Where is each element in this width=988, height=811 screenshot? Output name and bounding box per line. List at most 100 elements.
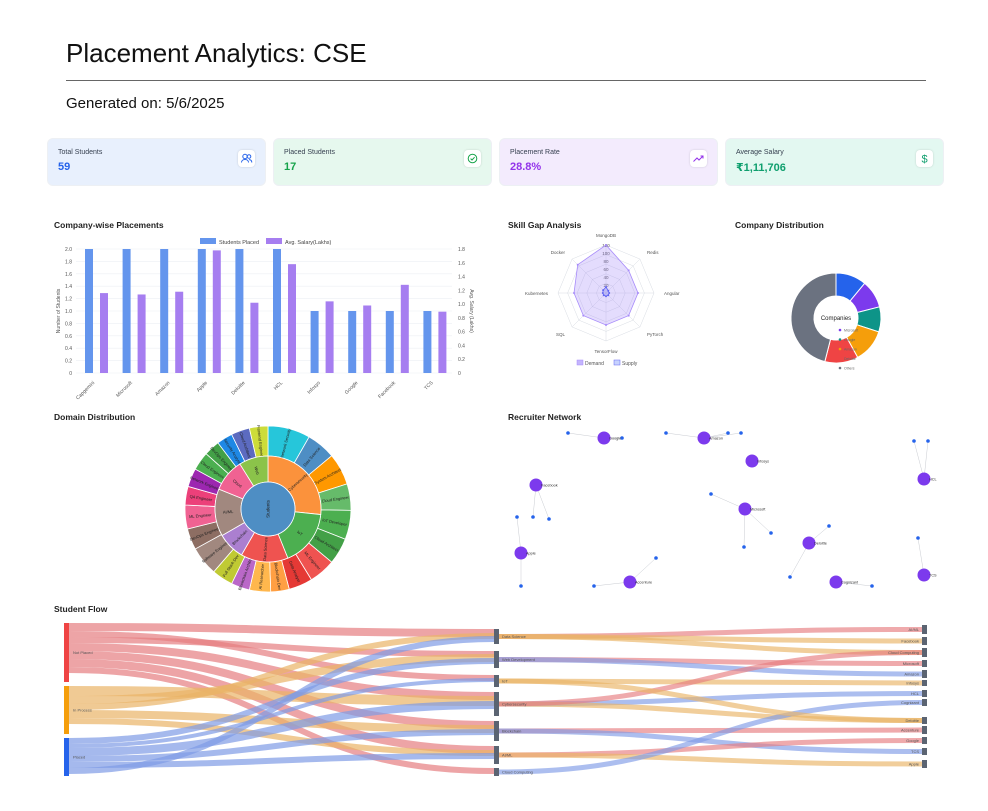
flow-node-domain (494, 675, 499, 687)
company-node-label: Infosys (757, 460, 769, 464)
recruiter-node (870, 584, 874, 588)
flow-node-label: Not Placed (73, 650, 93, 655)
company-node-label: Deloitte (814, 542, 827, 546)
company-node-label: Cognizant (841, 581, 859, 585)
sunburst-inner-segment-label: AI/ML (223, 509, 235, 515)
radar-point (605, 286, 607, 288)
y-tick-label-right: 1.0 (458, 302, 465, 308)
radar-point (607, 289, 610, 292)
flow-node-company (922, 690, 927, 697)
radar-axis-label: Redis (647, 250, 659, 255)
legend-dot (838, 357, 842, 360)
x-tick-label: Microsoft (115, 380, 134, 399)
y-tick-label-left: 1.4 (65, 284, 72, 290)
company-node-label: Google (609, 437, 621, 441)
y-tick-label-right: 1.2 (458, 288, 465, 294)
flow-node-label: Google (906, 738, 920, 743)
y-tick-label-right: 0.4 (458, 343, 465, 349)
flow-node-label: Cloud Computing (502, 770, 533, 775)
legend-dot (838, 328, 842, 332)
legend-dot (838, 338, 842, 341)
flow-node-domain (494, 629, 499, 644)
legend-dot (838, 366, 842, 370)
recruiter-node (547, 517, 551, 521)
company-placements-chart: 0 0.2 0.4 0.6 0.8 1.0 1.2 1.4 1.6 1.8 2.0 0 0.2 0.4 0.… (56, 233, 937, 776)
legend-label: Deloitte (844, 357, 856, 361)
radar-point (573, 292, 575, 294)
y-tick-label-left: 0 (69, 371, 72, 377)
flow-node-label: Blockchain (502, 729, 521, 734)
x-tick-label: Deloitte (230, 380, 246, 396)
radar-area-demand (573, 244, 639, 326)
bar-students-placed (385, 311, 394, 373)
legend-label-salary: Avg. Salary(Lakhs) (285, 240, 332, 246)
flow-node-label: Infosys (906, 681, 919, 686)
flow-node-company (922, 726, 927, 734)
flow-node-domain (494, 651, 499, 668)
bar-students-placed (310, 311, 319, 373)
radar-point (608, 292, 611, 294)
radar-axis-label: Docker (551, 250, 566, 255)
company-node-label: Microsoft (750, 508, 766, 512)
company-node-label: Accenture (635, 581, 652, 585)
legend-label: Others (844, 367, 855, 371)
recruiter-node (769, 531, 773, 535)
legend-label-supply: Supply (622, 361, 638, 367)
flow-node-label: Facebook (901, 639, 919, 644)
y-tick-label-left: 1.8 (65, 259, 72, 265)
recruiter-node (912, 439, 916, 443)
radar-axis-label: MongoDB (596, 233, 616, 238)
flow-node-label: Data Science (502, 634, 527, 639)
bar-avg-salary (250, 302, 259, 373)
legend-swatch-supply (613, 359, 621, 366)
recruiter-node (709, 492, 713, 496)
recruiter-node (664, 431, 668, 435)
flow-node-label: Apple (909, 762, 920, 767)
y-tick-label-right: 0 (458, 371, 461, 377)
y-tick-label-right: 1.8 (458, 247, 465, 253)
y-tick-label-left: 1.2 (65, 297, 72, 303)
company-node-label: Facebook (541, 484, 558, 488)
radar-axis-label: Kubernetes (525, 291, 549, 296)
flow-node-company (922, 699, 927, 706)
flow-node-company (922, 737, 927, 744)
y-tick-label-left: 0.6 (65, 334, 72, 340)
bar-students-placed (85, 249, 93, 373)
sunburst-center-label: Students (266, 499, 271, 518)
radar-point (605, 324, 607, 326)
legend-swatch-salary (266, 238, 282, 244)
flow-node-company (922, 670, 927, 678)
recruiter-node (515, 515, 519, 519)
radar-point (605, 244, 607, 246)
flow-node-label: Placed (73, 755, 85, 760)
y-tick-label-left: 2.0 (65, 247, 72, 253)
flow-node-label: Deloitte (905, 718, 919, 723)
y-axis-label-left: Number of Students (56, 288, 62, 333)
x-tick-label: Facebook (377, 380, 397, 400)
flow-node-company (922, 748, 927, 755)
flow-node-label: Web Development (502, 657, 536, 662)
radar-point (582, 314, 585, 317)
recruiter-node (827, 524, 831, 528)
bar-avg-salary (212, 250, 221, 373)
x-tick-label: HCL (273, 380, 284, 391)
x-tick-label: Capgemini (75, 380, 96, 401)
legend-dot (838, 347, 842, 351)
company-node-label: Apple (526, 552, 536, 556)
flow-node-label: TCS (911, 749, 919, 754)
y-tick-label-right: 0.2 (458, 357, 465, 363)
flow-node-status (64, 686, 69, 734)
company-node-label: HCL (929, 478, 937, 482)
x-tick-label: Google (344, 380, 360, 396)
bar-avg-salary (438, 311, 447, 373)
recruiter-node (739, 431, 743, 435)
y-tick-label-right: 1.4 (458, 275, 465, 281)
flow-link (68, 623, 495, 637)
legend-label-students: Students Placed (219, 240, 259, 246)
radar-point (576, 263, 579, 266)
recruiter-node (531, 515, 535, 519)
radar-point (602, 294, 605, 297)
bar-students-placed (235, 249, 244, 373)
company-node-label: TCS (929, 574, 937, 578)
legend-label-demand: Demand (585, 361, 604, 367)
